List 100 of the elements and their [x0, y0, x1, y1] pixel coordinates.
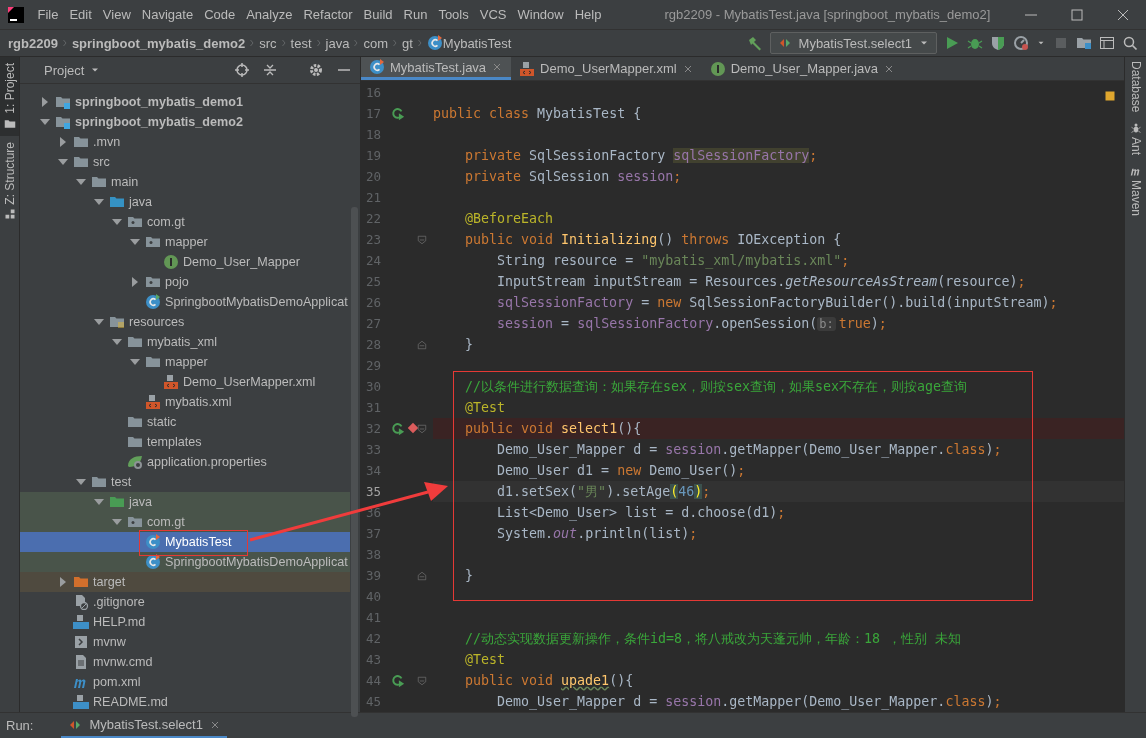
tool-window-tab[interactable]: Maven [1128, 165, 1143, 217]
folder-grid-icon[interactable] [1076, 35, 1092, 51]
shield-icon[interactable] [990, 35, 1006, 51]
tree-item[interactable]: .mvn [20, 132, 350, 152]
collapsed-arrow-icon[interactable] [58, 137, 68, 147]
breadcrumb-item[interactable]: gt [402, 35, 413, 51]
tree-item[interactable]: pom.xml [20, 672, 350, 692]
collapsed-arrow-icon[interactable] [58, 577, 68, 587]
tree-item[interactable]: mapper [20, 232, 350, 252]
tree-item[interactable]: src [20, 152, 350, 172]
tree-item[interactable]: main [20, 172, 350, 192]
menu-item[interactable]: Analyze [240, 7, 298, 22]
tree-item[interactable]: README.md [20, 692, 350, 712]
tree-item[interactable]: springboot_mybatis_demo2 [20, 112, 350, 132]
settings-icon[interactable] [308, 62, 324, 78]
run-test-icon[interactable] [391, 421, 405, 436]
editor-tab[interactable]: Demo_User_Mapper.java [701, 57, 904, 80]
menu-item[interactable]: Window [511, 7, 570, 22]
tree-item[interactable]: com.gt [20, 512, 350, 532]
collapse-all-icon[interactable] [262, 62, 278, 78]
tree-item[interactable]: mvnw.cmd [20, 652, 350, 672]
tree-item[interactable]: mybatis_xml [20, 332, 350, 352]
breadcrumb-item[interactable]: src [259, 35, 277, 51]
tree-item[interactable]: springboot_mybatis_demo1 [20, 92, 350, 112]
menu-item[interactable]: Refactor [297, 7, 359, 22]
menu-item[interactable]: VCS [474, 7, 512, 22]
run-configuration-dropdown[interactable]: MybatisTest.select1 [769, 32, 937, 54]
gauge-icon[interactable] [1013, 35, 1029, 51]
tree-item[interactable]: pojo [20, 272, 350, 292]
tree-item[interactable]: resources [20, 312, 350, 332]
tool-window-tab[interactable]: 1: Project [0, 57, 19, 136]
tool-window-tab[interactable]: Z: Structure [0, 135, 19, 227]
tree-item[interactable]: Demo_UserMapper.xml [20, 372, 350, 392]
tree-item[interactable]: java [20, 492, 350, 512]
breadcrumb-item[interactable]: MybatisTest [442, 35, 512, 51]
breadcrumb-item[interactable]: springboot_mybatis_demo2 [71, 35, 246, 51]
menu-item[interactable]: Code [198, 7, 241, 22]
tree-item[interactable]: target [20, 572, 350, 592]
locate-icon[interactable] [234, 62, 250, 78]
expanded-arrow-icon[interactable] [112, 337, 122, 347]
tool-window-tab[interactable]: Database [1128, 61, 1143, 113]
tree-item[interactable]: SpringbootMybatisDemoApplicat [20, 552, 350, 572]
run-test-icon[interactable] [391, 106, 405, 121]
expanded-arrow-icon[interactable] [130, 237, 140, 247]
expanded-arrow-icon[interactable] [112, 217, 122, 227]
expanded-arrow-icon[interactable] [130, 357, 140, 367]
tree-item[interactable]: com.gt [20, 212, 350, 232]
tree-item[interactable]: .gitignore [20, 592, 350, 612]
editor-tab[interactable]: Demo_UserMapper.xml [511, 57, 702, 80]
tree-item[interactable]: mybatis.xml [20, 392, 350, 412]
tree-item[interactable]: static [20, 412, 350, 432]
menu-item[interactable]: View [97, 7, 137, 22]
scrollbar-thumb[interactable] [351, 207, 358, 717]
collapsed-arrow-icon[interactable] [40, 97, 50, 107]
menu-item[interactable]: Help [569, 7, 607, 22]
expanded-arrow-icon[interactable] [76, 477, 86, 487]
breadcrumb-item[interactable]: test [290, 35, 312, 51]
tree-item[interactable]: java [20, 192, 350, 212]
run-test-icon[interactable] [391, 673, 405, 688]
expanded-arrow-icon[interactable] [58, 157, 68, 167]
menu-item[interactable]: File [32, 7, 64, 22]
tree-item[interactable]: HELP.md [20, 612, 350, 632]
menu-item[interactable]: Edit [63, 7, 98, 22]
tree-item[interactable]: Demo_User_Mapper [20, 252, 350, 272]
tree-item[interactable]: mvnw [20, 632, 350, 652]
menu-item[interactable]: Run [398, 7, 433, 22]
tree-item[interactable]: templates [20, 432, 350, 452]
breadcrumb-item[interactable]: java [325, 35, 350, 51]
menu-item[interactable]: Navigate [136, 7, 199, 22]
line-number: 25 [364, 274, 381, 289]
editor-tab[interactable]: MybatisTest.java [361, 57, 512, 80]
project-view-dropdown[interactable]: Project [28, 62, 102, 78]
expanded-arrow-icon[interactable] [112, 517, 122, 527]
breakpoint-icon[interactable] [407, 421, 419, 434]
tree-item[interactable]: mapper [20, 352, 350, 372]
search-icon[interactable] [1122, 35, 1138, 51]
menu-item[interactable]: Tools [432, 7, 475, 22]
expanded-arrow-icon[interactable] [94, 497, 104, 507]
run-icon[interactable] [944, 35, 960, 51]
fold-icon[interactable] [416, 422, 428, 435]
maximize-icon[interactable] [1069, 6, 1085, 23]
tree-item[interactable]: MybatisTest [20, 532, 350, 552]
window-layout-icon[interactable] [1099, 35, 1115, 51]
tree-item[interactable]: SpringbootMybatisDemoApplicat [20, 292, 350, 312]
warning-status-icon[interactable] [1104, 90, 1116, 102]
tool-window-tab[interactable]: Ant [1128, 122, 1143, 156]
collapsed-arrow-icon[interactable] [130, 277, 140, 287]
tree-item[interactable]: test [20, 472, 350, 492]
expanded-arrow-icon[interactable] [40, 117, 50, 127]
class-icon [369, 59, 385, 75]
expanded-arrow-icon[interactable] [94, 197, 104, 207]
expanded-arrow-icon[interactable] [76, 177, 86, 187]
breadcrumb-item[interactable]: rgb2209 [8, 35, 58, 51]
menu-item[interactable]: Build [358, 7, 398, 22]
tree-item[interactable]: application.properties [20, 452, 350, 472]
breadcrumb-item[interactable]: com [363, 35, 388, 51]
line-number: 41 [364, 610, 381, 625]
expanded-arrow-icon[interactable] [94, 317, 104, 327]
spring-class-icon [145, 294, 161, 310]
hammer-icon[interactable] [746, 35, 763, 51]
